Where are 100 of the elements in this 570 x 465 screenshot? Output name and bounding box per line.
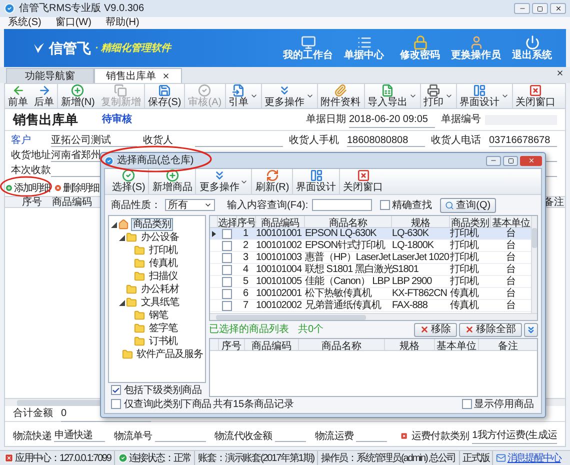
tree-item[interactable]: 订书机 [147,335,180,348]
expanded-triangle-icon[interactable] [118,300,124,306]
input-field[interactable]: 03716678678 [489,134,557,146]
toolbar-button[interactable]: 附件资料 [318,84,364,108]
input-field[interactable]: 亚拓公司测试 [51,134,137,146]
input-field[interactable]: 申通快递 [54,430,105,442]
plus-icon [71,84,84,96]
toolbar-button[interactable]: 更多操作 [262,84,317,108]
table-row[interactable]: 3 100101003 惠普（HP）LaserJet LaserJet 1020打印机 台 [210,252,531,264]
tree-item[interactable]: 软件产品及服务 [134,348,205,361]
vertical-scrollbar[interactable] [531,216,537,313]
table-cell-text: 打印机 [449,262,480,276]
remove-button[interactable]: 移除 [414,322,457,336]
close-icon [356,169,370,182]
status-text: 正式版 [462,452,490,465]
toolbar-button[interactable]: 关闭窗口 [512,84,559,108]
table-row[interactable]: 7 100102002 兄弟普通纸传真机 FAX-888 传真机 台 [210,300,531,312]
status-text: 操作员：系统管理员(admin) 总公司 [320,452,456,465]
tree-item[interactable]: 商品类别 [131,218,173,231]
checkbox[interactable] [111,385,121,395]
banner-button[interactable]: 修改密码 [392,34,448,62]
expanded-triangle-icon[interactable] [110,222,116,228]
close-icon [554,5,562,12]
toolbar-button[interactable]: 导入导出 [364,84,420,108]
checkbox-label: 显示停用商品 [474,398,534,412]
search-field[interactable] [312,199,372,211]
expanded-triangle-icon[interactable] [118,234,124,240]
checkbox[interactable] [462,399,472,409]
toolbar-button[interactable]: 删除明细 [54,180,99,196]
tree-item[interactable]: 钢笔 [147,309,170,322]
toolbar-button[interactable]: 界面设计 [456,84,512,108]
menu-item[interactable]: 系统(S) [8,17,42,29]
table-row[interactable]: 4 100101004 联想 S1801 黑白激光S1801 打印机 台 [210,264,531,276]
toolbar-button[interactable]: 选择(S) [109,169,148,194]
maximize-button[interactable] [503,156,518,166]
checkbox[interactable] [222,264,232,274]
remove-button[interactable]: 移除全部 [459,322,522,336]
checkbox[interactable] [222,288,232,298]
table-row[interactable]: 6 100102001 松下热敏传真机 KX-FT862CN 传真机 台 [210,288,531,300]
close-button[interactable] [550,3,566,14]
table-cell-text: 台 [504,298,516,313]
table-row[interactable]: 2 100101002 EPSON针式打印机 LQ-1800K 打印机 台 [210,240,531,252]
tree-item[interactable]: 办公设备 [139,231,181,244]
table-cell-text: 4 [242,263,250,277]
toolbar-button[interactable]: 保存(S) [144,84,184,108]
tree-item[interactable]: 传真机 [147,257,180,270]
horizontal-scrollbar[interactable] [210,313,537,320]
query-button[interactable]: 查询(Q) [440,198,496,212]
expand-button[interactable] [524,322,538,336]
close-icon[interactable] [162,72,170,80]
banner-button[interactable]: 更换操作员 [448,34,504,62]
menu-item[interactable]: 帮助(H) [105,17,140,29]
checkbox[interactable] [222,240,232,250]
close-icon[interactable] [556,69,564,77]
toolbar-button[interactable]: 刷新(R) [252,169,292,194]
tree-item[interactable]: 办公耗材 [139,283,181,296]
tab[interactable]: 销售出库单 [94,68,182,83]
checkbox[interactable] [222,252,232,262]
toolbar-button[interactable]: 新增商品 [149,169,196,194]
date-field[interactable]: 2018-06-20 09:05 [349,112,435,128]
toolbar-button[interactable]: 新增(N) [58,84,98,108]
table-cell-text: 100101002 [255,239,303,253]
table-row[interactable]: 1 100101001 EPSON LQ-630K LQ-630K 打印机 台 [210,228,531,240]
menu-item[interactable]: 窗口(W) [55,17,92,29]
banner-button[interactable]: 单据中心 [336,34,392,62]
input-field[interactable]: 18608080808 [347,134,425,146]
checkbox[interactable] [380,200,390,210]
toolbar-button[interactable]: 引单 [226,84,261,108]
toolbar-button[interactable]: 界面设计 [293,169,340,194]
tree-item[interactable]: 打印机 [147,244,180,257]
toolbar-button[interactable]: 关闭窗口 [340,169,386,194]
remove-icon [465,325,474,334]
tree-item[interactable]: 文具纸笔 [139,296,181,309]
total-label: 合计金额 [13,406,53,421]
table-row[interactable]: 5 100101005 佳能（Canon） LBP LBP 2900 打印机 台 [210,276,531,288]
toolbar-button[interactable]: 前单 [5,84,31,108]
table-cell-text: 惠普（HP）LaserJet [304,250,391,264]
input-field[interactable]: 1我方付运费(生成运 [472,428,557,444]
banner-button[interactable]: 退出系统 [504,34,560,62]
search-label: 输入内容查询(F4): [227,198,308,212]
layout-icon [473,84,486,96]
tab[interactable]: 功能导航窗 [6,68,94,83]
checkbox[interactable] [111,399,121,409]
message-link[interactable]: 消息提醒中心 [507,450,561,465]
checkbox[interactable] [222,276,232,286]
checkbox[interactable] [222,228,232,238]
toolbar-button[interactable]: 更多操作 [196,169,252,194]
toolbar-button[interactable]: 后单 [31,84,57,108]
user-icon [468,34,484,50]
maximize-button[interactable] [532,3,548,14]
banner-button[interactable]: 我的工作台 [280,34,336,62]
table-cell-text: LaserJet 1020 [391,251,449,264]
dialog-title: 选择商品(总仓库) [117,154,194,168]
toolbar-button[interactable]: 打印 [420,84,456,108]
dropdown[interactable]: 所有 [165,199,215,211]
checkbox[interactable] [222,300,232,310]
field-label[interactable]: 客户 [11,133,51,148]
layout-icon [310,169,323,182]
tree-item[interactable]: 签字笔 [147,322,180,335]
tree-item[interactable]: 扫描仪 [147,270,180,283]
